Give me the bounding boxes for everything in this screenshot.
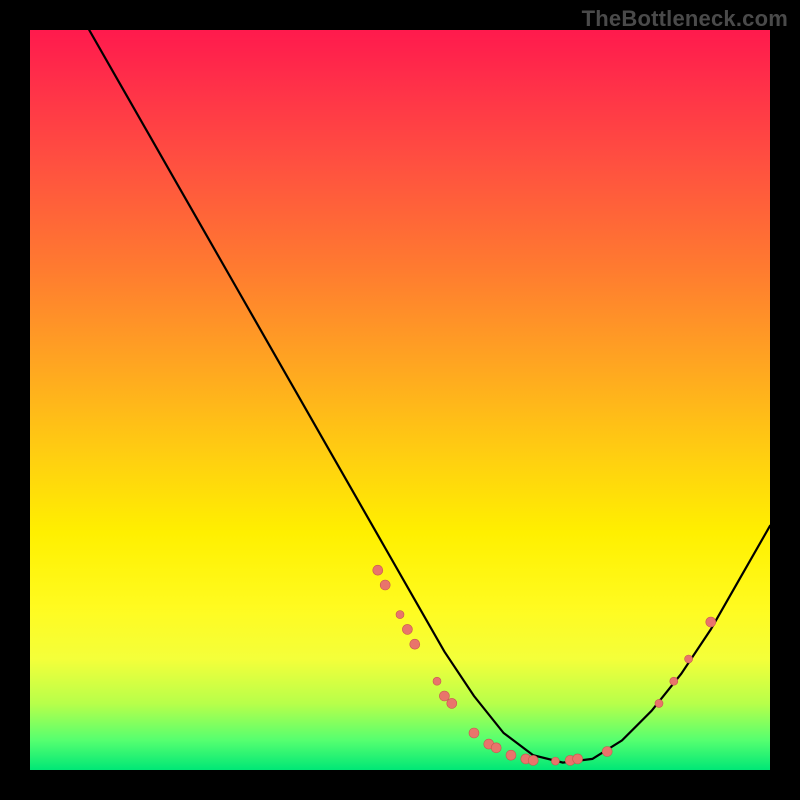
curve-svg [30, 30, 770, 770]
data-marker [410, 639, 420, 649]
data-marker [602, 747, 612, 757]
bottleneck-curve [89, 30, 770, 763]
data-markers [373, 565, 716, 765]
data-marker [373, 565, 383, 575]
data-marker [469, 728, 479, 738]
data-marker [706, 617, 716, 627]
data-marker [655, 699, 663, 707]
data-marker [551, 757, 559, 765]
data-marker [506, 750, 516, 760]
data-marker [439, 691, 449, 701]
data-marker [685, 655, 693, 663]
watermark-text: TheBottleneck.com [582, 6, 788, 32]
data-marker [528, 755, 538, 765]
chart-container: TheBottleneck.com [0, 0, 800, 800]
data-marker [380, 580, 390, 590]
data-marker [402, 624, 412, 634]
data-marker [396, 611, 404, 619]
data-marker [433, 677, 441, 685]
data-marker [670, 677, 678, 685]
data-marker [491, 743, 501, 753]
data-marker [573, 754, 583, 764]
plot-area [30, 30, 770, 770]
data-marker [447, 698, 457, 708]
